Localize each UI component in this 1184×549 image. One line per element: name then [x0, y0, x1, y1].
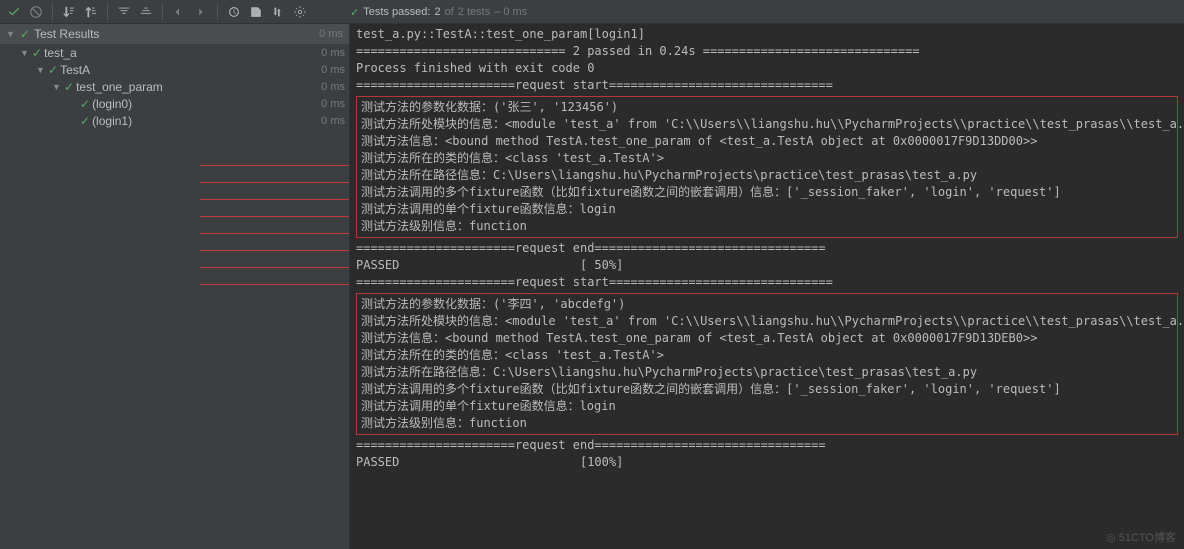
annotation-arrow — [200, 284, 350, 285]
separator — [162, 4, 163, 20]
tree-row[interactable]: ▼ ✓ test_a 0 ms — [0, 44, 349, 61]
console-line: 测试方法信息：<bound method TestA.test_one_para… — [361, 330, 1173, 347]
console-line: 测试方法信息：<bound method TestA.test_one_para… — [361, 133, 1173, 150]
tree-header-time: 0 ms — [319, 28, 343, 40]
console-line: PASSED [100%] — [356, 454, 1178, 471]
console-line: 测试方法所在路径信息：C:\Users\liangshu.hu\PycharmP… — [361, 364, 1173, 381]
check-icon: ✓ — [80, 97, 90, 111]
export-icon[interactable] — [246, 2, 266, 22]
status-check-icon: ✓ — [350, 6, 359, 19]
chevron-down-icon: ▼ — [20, 48, 30, 58]
console-line: 测试方法的参数化数据：('李四', 'abcdefg') — [361, 296, 1173, 313]
status-count: 2 — [434, 6, 440, 18]
annotation-arrow — [200, 267, 350, 268]
status-suffix: – 0 ms — [494, 6, 527, 18]
separator — [107, 4, 108, 20]
console-line: 测试方法调用的单个fixture函数信息：login — [361, 201, 1173, 218]
test-toolbar: ✓ Tests passed: 2 of 2 tests – 0 ms — [0, 0, 1184, 24]
import-export-icon[interactable] — [268, 2, 288, 22]
annotation-arrow — [200, 199, 350, 200]
separator — [217, 4, 218, 20]
sort-up-icon[interactable] — [81, 2, 101, 22]
prev-icon[interactable] — [169, 2, 189, 22]
annotation-arrow — [200, 216, 350, 217]
chevron-down-icon: ▼ — [6, 29, 16, 39]
annotation-arrow — [200, 233, 350, 234]
test-status-bar: ✓ Tests passed: 2 of 2 tests – 0 ms — [350, 0, 527, 24]
console-line: ======================request start=====… — [356, 274, 1178, 291]
tree-time: 0 ms — [321, 64, 345, 76]
console-line: Process finished with exit code 0 — [356, 60, 1178, 77]
sort-down-icon[interactable] — [59, 2, 79, 22]
tree-label: (login1) — [92, 114, 132, 128]
tree-row[interactable]: ✓ (login1) 0 ms — [0, 112, 349, 129]
status-total: 2 tests — [458, 6, 490, 18]
console-line: 测试方法所处模块的信息：<module 'test_a' from 'C:\\U… — [361, 313, 1173, 330]
settings-icon[interactable] — [290, 2, 310, 22]
console-line: PASSED [ 50%] — [356, 257, 1178, 274]
console-line: test_a.py::TestA::test_one_param[login1] — [356, 26, 1178, 43]
stop-icon[interactable] — [26, 2, 46, 22]
annotation-arrow — [200, 250, 350, 251]
main-area: ▼ ✓ Test Results 0 ms ▼ ✓ test_a 0 ms ▼ … — [0, 24, 1184, 549]
chevron-down-icon: ▼ — [52, 82, 62, 92]
expand-icon[interactable] — [114, 2, 134, 22]
toggle-check-icon[interactable] — [4, 2, 24, 22]
console-line: 测试方法所在的类的信息：<class 'test_a.TestA'> — [361, 150, 1173, 167]
annotation-arrow — [200, 182, 350, 183]
check-icon: ✓ — [48, 63, 58, 77]
console-line: 测试方法级别信息：function — [361, 415, 1173, 432]
tree-label: test_a — [44, 46, 77, 60]
check-icon: ✓ — [64, 80, 74, 94]
tree-time: 0 ms — [321, 115, 345, 127]
console-line: 测试方法所在的类的信息：<class 'test_a.TestA'> — [361, 347, 1173, 364]
collapse-icon[interactable] — [136, 2, 156, 22]
history-icon[interactable] — [224, 2, 244, 22]
console-line: ============================= 2 passed i… — [356, 43, 1178, 60]
tree-row[interactable]: ▼ ✓ TestA 0 ms — [0, 61, 349, 78]
check-icon: ✓ — [20, 27, 30, 41]
check-icon: ✓ — [80, 114, 90, 128]
console-line: ======================request end=======… — [356, 437, 1178, 454]
tree-header-label: Test Results — [34, 27, 99, 41]
status-prefix: Tests passed: — [363, 6, 430, 18]
console-output[interactable]: test_a.py::TestA::test_one_param[login1]… — [350, 24, 1184, 549]
check-icon: ✓ — [32, 46, 42, 60]
chevron-down-icon: ▼ — [36, 65, 46, 75]
watermark: ◎ 51CTO博客 — [1106, 529, 1176, 545]
tree-time: 0 ms — [321, 81, 345, 93]
console-line: 测试方法调用的多个fixture函数（比如fixture函数之间的嵌套调用）信息… — [361, 184, 1173, 201]
next-icon[interactable] — [191, 2, 211, 22]
console-line: 测试方法所在路径信息：C:\Users\liangshu.hu\PycharmP… — [361, 167, 1173, 184]
console-line: 测试方法所处模块的信息：<module 'test_a' from 'C:\\U… — [361, 116, 1173, 133]
highlight-box: 测试方法的参数化数据：('张三', '123456') 测试方法所处模块的信息：… — [356, 96, 1178, 238]
tree-time: 0 ms — [321, 47, 345, 59]
test-tree: ▼ ✓ Test Results 0 ms ▼ ✓ test_a 0 ms ▼ … — [0, 24, 350, 549]
separator — [52, 4, 53, 20]
tree-label: test_one_param — [76, 80, 163, 94]
tree-label: TestA — [60, 63, 90, 77]
console-line: 测试方法级别信息：function — [361, 218, 1173, 235]
tree-row[interactable]: ✓ (login0) 0 ms — [0, 95, 349, 112]
console-line: ======================request end=======… — [356, 240, 1178, 257]
tree-row[interactable]: ▼ ✓ test_one_param 0 ms — [0, 78, 349, 95]
console-line: 测试方法调用的多个fixture函数（比如fixture函数之间的嵌套调用）信息… — [361, 381, 1173, 398]
tree-label: (login0) — [92, 97, 132, 111]
console-line: 测试方法的参数化数据：('张三', '123456') — [361, 99, 1173, 116]
console-line: 测试方法调用的单个fixture函数信息：login — [361, 398, 1173, 415]
status-mid: of — [445, 6, 454, 18]
annotation-arrow — [200, 165, 350, 166]
tree-time: 0 ms — [321, 98, 345, 110]
console-line: ======================request start=====… — [356, 77, 1178, 94]
tree-header[interactable]: ▼ ✓ Test Results 0 ms — [0, 24, 349, 44]
highlight-box: 测试方法的参数化数据：('李四', 'abcdefg') 测试方法所处模块的信息… — [356, 293, 1178, 435]
